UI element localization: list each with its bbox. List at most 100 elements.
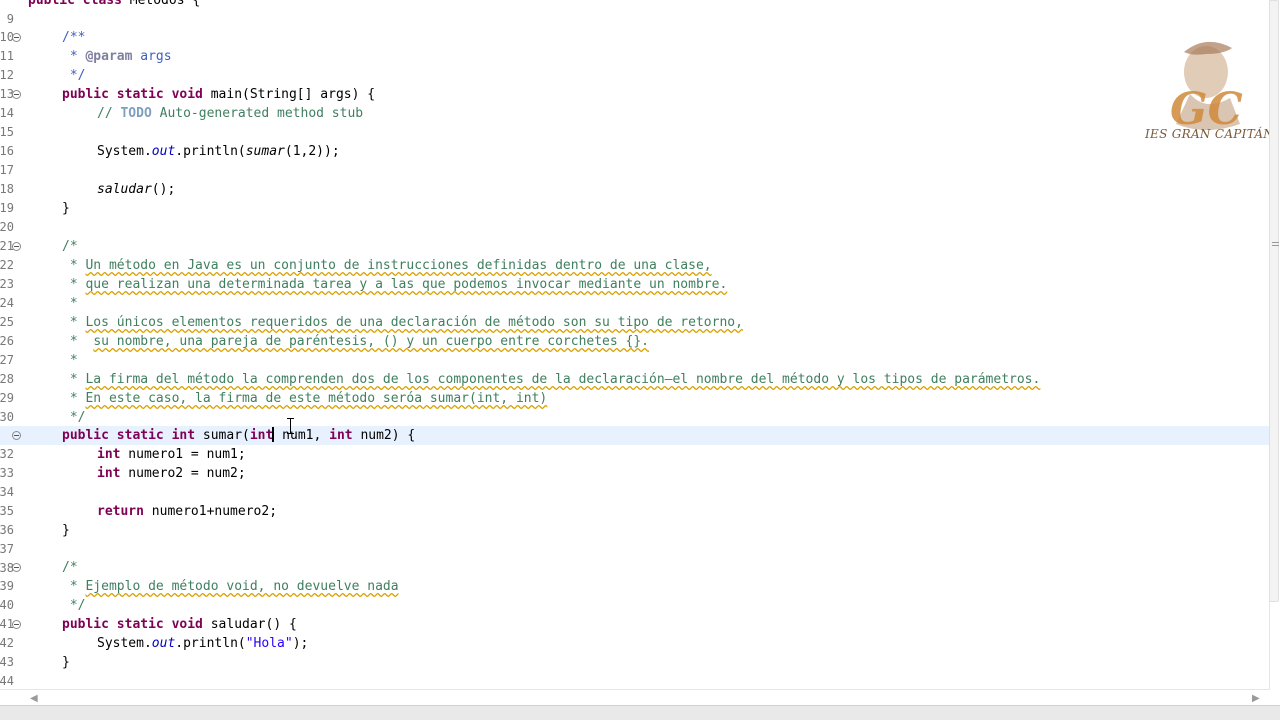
comment-text: * <box>62 334 94 349</box>
code-line[interactable]: 21 <box>0 218 1270 253</box>
comment-text: * <box>62 372 86 387</box>
fold-toggle-icon[interactable] <box>12 33 21 42</box>
code-line[interactable]: 22 /* <box>0 237 1270 272</box>
code-line[interactable]: 10 <box>0 9 1270 44</box>
code-text: numero2 = num2; <box>120 466 246 481</box>
scroll-left-arrow-icon[interactable]: ◀ <box>30 693 38 704</box>
code-line[interactable]: 40 * Ejemplo de método void, no devuelve… <box>0 577 1270 612</box>
code-text: System. <box>97 144 152 159</box>
code-text: } <box>62 523 70 538</box>
code-line[interactable]: 14 public static void main(String[] args… <box>0 85 1270 120</box>
fold-toggle-icon[interactable] <box>12 563 21 572</box>
javadoc-text: */ <box>62 68 86 83</box>
code-line[interactable]: 33 int numero1 = num1; <box>0 445 1270 480</box>
code-text: numero1+numero2; <box>143 504 278 519</box>
code-line[interactable]: 45 <box>0 672 1270 688</box>
comment-text: su nombre, una pareja de paréntesis, () … <box>93 334 650 349</box>
code-line[interactable]: 28 * <box>0 351 1270 386</box>
comment-text: /* <box>62 560 78 575</box>
status-bar <box>0 705 1280 720</box>
code-line[interactable]: 44 } <box>0 653 1270 688</box>
code-line[interactable]: 34 int numero2 = num2; <box>0 464 1270 499</box>
comment-text: * <box>62 296 78 311</box>
keyword: int <box>97 447 121 462</box>
string-literal: "Hola" <box>245 636 293 651</box>
code-line[interactable]: 24 * que realizan una determinada tarea … <box>0 275 1270 310</box>
keyword: public class <box>28 0 122 8</box>
code-text: (1,2)); <box>284 144 340 159</box>
comment-text: Los únicos elementos requeridos de una d… <box>85 315 743 330</box>
code-line[interactable]: 13 */ <box>0 66 1270 101</box>
comment-text: * <box>62 353 78 368</box>
code-line[interactable]: 11 /** <box>0 28 1270 63</box>
code-text: .println( <box>175 636 246 651</box>
todo-tag: TODO <box>120 106 152 121</box>
fold-toggle-icon[interactable] <box>12 90 21 99</box>
static-method-call: saludar <box>97 182 152 197</box>
comment-text: Auto-generated method stub <box>151 106 364 121</box>
fold-toggle-icon[interactable] <box>12 431 21 440</box>
comment-text: /* <box>62 239 78 254</box>
code-text: num2) { <box>352 428 416 443</box>
comment-text: que realizan una determinada tarea y a l… <box>85 277 728 292</box>
comment-text: La firma del método la comprenden dos de… <box>85 372 1041 387</box>
code-line[interactable]: 12 * @param args <box>0 47 1270 82</box>
scroll-right-arrow-icon[interactable]: ▶ <box>1252 693 1260 704</box>
static-field: out <box>151 144 176 159</box>
logo-caption: IES GRAN CAPITÁN <box>1145 127 1275 141</box>
code-line[interactable]: 26 * Los únicos elementos requeridos de … <box>0 313 1270 348</box>
code-text: num1, <box>274 428 330 443</box>
javadoc-tag: @param <box>85 49 133 64</box>
code-line[interactable]: 37 } <box>0 521 1270 556</box>
comment-text: */ <box>62 410 86 425</box>
keyword: public static void <box>62 617 203 632</box>
keyword: public static int <box>62 428 196 443</box>
code-line[interactable]: 39 /* <box>0 558 1270 593</box>
code-line[interactable]: 17 System.out.println(sumar(1,2)); <box>0 142 1270 177</box>
current-code-line[interactable]: 32 public static int sumar(int num1, int… <box>0 426 1270 461</box>
code-line[interactable]: 18 <box>0 161 1270 196</box>
comment-text: * <box>62 391 86 406</box>
code-line[interactable]: 42 public static void saludar() { <box>0 615 1270 650</box>
code-text: Metodos { <box>121 0 201 8</box>
mouse-ibeam-cursor-icon <box>286 418 295 434</box>
code-line[interactable]: 20 } <box>0 199 1270 234</box>
keyword: int <box>249 428 274 443</box>
code-line[interactable]: 41 */ <box>0 596 1270 631</box>
comment-text: * <box>62 258 86 273</box>
keyword: return <box>97 504 144 519</box>
code-text: .println( <box>175 144 246 159</box>
code-line[interactable]: 15 // TODO Auto-generated method stub <box>0 104 1270 139</box>
keyword: int <box>329 428 353 443</box>
vertical-scrollbar[interactable] <box>1269 0 1280 700</box>
code-line[interactable]: 36 return numero1+numero2; <box>0 502 1270 537</box>
keyword: int <box>97 466 121 481</box>
comment-text: En este caso, la firma de este método se… <box>85 391 548 406</box>
code-text: System. <box>97 636 152 651</box>
code-line[interactable]: 43 System.out.println("Hola"); <box>0 634 1270 669</box>
code-line[interactable]: 31 */ <box>0 408 1270 443</box>
comment-text: */ <box>62 598 86 613</box>
vertical-scroll-thumb[interactable] <box>1269 0 1279 602</box>
code-line[interactable]: 27 * su nombre, una pareja de paréntesis… <box>0 332 1270 367</box>
code-editor[interactable]: 9 public class Metodos { 10 11 /** 12 * … <box>0 0 1270 688</box>
code-line[interactable]: 30 * En este caso, la firma de este méto… <box>0 389 1270 424</box>
code-line[interactable]: 16 <box>0 123 1270 158</box>
scroll-grip-icon <box>1272 242 1279 252</box>
code-text: numero1 = num1; <box>120 447 246 462</box>
code-line[interactable]: 38 <box>0 540 1270 575</box>
static-method-call: sumar <box>245 144 285 159</box>
fold-toggle-icon[interactable] <box>12 242 21 251</box>
code-line[interactable]: 23 * Un método en Java es un conjunto de… <box>0 256 1270 291</box>
keyword: public static void <box>62 87 203 102</box>
code-line[interactable]: 35 <box>0 483 1270 518</box>
code-line[interactable]: 25 * <box>0 294 1270 329</box>
fold-toggle-icon[interactable] <box>12 620 21 629</box>
comment-text: Ejemplo de método void, no devuelve nada <box>85 579 399 594</box>
comment-text: * <box>62 579 86 594</box>
code-line[interactable]: 19 saludar(); <box>0 180 1270 215</box>
static-field: out <box>151 636 176 651</box>
code-line[interactable]: 29 * La firma del método la comprenden d… <box>0 370 1270 405</box>
horizontal-scrollbar[interactable]: ◀ ▶ <box>0 689 1270 706</box>
javadoc-text: /** <box>62 30 86 45</box>
